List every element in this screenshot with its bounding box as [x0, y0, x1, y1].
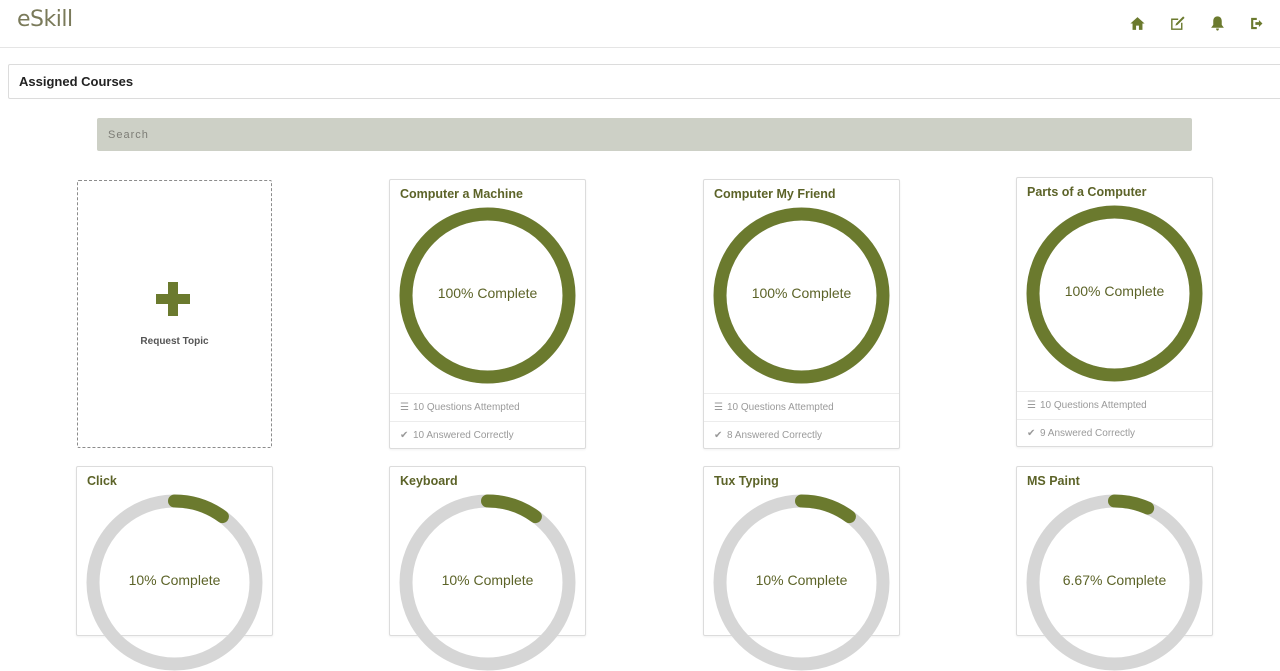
- check-icon: ✔: [1027, 428, 1036, 439]
- progress-label: 6.67% Complete: [1062, 572, 1167, 588]
- questions-attempted: ☰ 10 Questions Attempted: [704, 393, 899, 421]
- app-logo[interactable]: eSkill: [17, 7, 73, 32]
- questions-attempted-text: 10 Questions Attempted: [413, 402, 520, 413]
- course-title: Computer My Friend: [714, 187, 836, 201]
- course-card[interactable]: Click 10% Complete: [76, 466, 273, 671]
- list-icon: ☰: [1027, 400, 1036, 411]
- course-title: MS Paint: [1027, 474, 1080, 488]
- course-title: Computer a Machine: [400, 187, 523, 201]
- answered-correctly-text: 9 Answered Correctly: [1040, 428, 1136, 439]
- course-card[interactable]: Keyboard 10% Complete: [389, 466, 586, 671]
- search-input[interactable]: [97, 118, 1192, 151]
- request-topic-card[interactable]: Request Topic: [77, 180, 272, 448]
- progress-label: 10% Complete: [128, 572, 221, 588]
- check-icon: ✔: [400, 430, 409, 441]
- home-icon[interactable]: [1128, 14, 1146, 32]
- answered-correctly: ✔ 8 Answered Correctly: [704, 421, 899, 449]
- course-card[interactable]: Computer a Machine 100% Complete ☰ 10 Quest…: [389, 179, 586, 449]
- course-title: Tux Typing: [714, 474, 779, 488]
- course-card[interactable]: Tux Typing 10% Complete: [703, 466, 900, 671]
- questions-attempted: ☰ 10 Questions Attempted: [390, 393, 585, 421]
- plus-icon: [156, 282, 190, 316]
- course-card[interactable]: Parts of a Computer 100% Complete ☰ 10 Ques…: [1016, 177, 1213, 447]
- sign-out-icon[interactable]: [1248, 14, 1266, 32]
- check-icon: ✔: [714, 430, 723, 441]
- list-icon: ☰: [400, 402, 409, 413]
- nav-icons: [1128, 14, 1266, 32]
- progress-label: 10% Complete: [441, 572, 534, 588]
- course-title: Click: [87, 474, 117, 488]
- course-card[interactable]: MS Paint 6.67% Complete: [1016, 466, 1213, 671]
- progress-label: 100% Complete: [751, 285, 852, 301]
- questions-attempted-text: 10 Questions Attempted: [1040, 400, 1147, 411]
- questions-attempted-text: 10 Questions Attempted: [727, 402, 834, 413]
- bell-icon[interactable]: [1208, 14, 1226, 32]
- progress-label: 100% Complete: [437, 285, 538, 301]
- request-topic-label: Request Topic: [140, 336, 209, 347]
- answered-correctly-text: 8 Answered Correctly: [727, 430, 823, 441]
- course-title: Keyboard: [400, 474, 458, 488]
- list-icon: ☰: [714, 402, 723, 413]
- progress-label: 10% Complete: [755, 572, 848, 588]
- progress-label: 100% Complete: [1064, 283, 1165, 299]
- course-title: Parts of a Computer: [1027, 185, 1147, 199]
- answered-correctly: ✔ 9 Answered Correctly: [1017, 419, 1212, 447]
- course-card[interactable]: Computer My Friend 100% Complete ☰ 10 Quest…: [703, 179, 900, 449]
- questions-attempted: ☰ 10 Questions Attempted: [1017, 391, 1212, 419]
- answered-correctly-text: 10 Answered Correctly: [413, 430, 514, 441]
- section-title: Assigned Courses: [19, 74, 134, 89]
- answered-correctly: ✔ 10 Answered Correctly: [390, 421, 585, 449]
- section-header: Assigned Courses: [8, 64, 1280, 99]
- top-bar: eSkill: [0, 0, 1280, 48]
- edit-icon[interactable]: [1168, 14, 1186, 32]
